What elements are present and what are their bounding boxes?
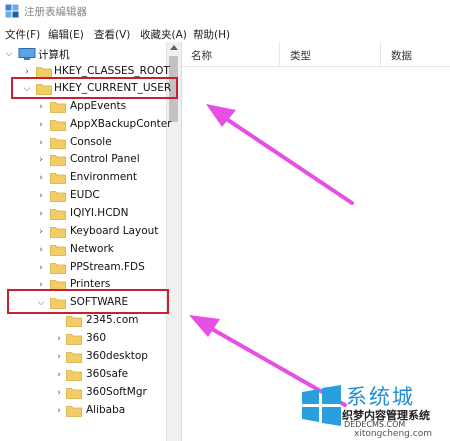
watermark-url-xitongcheng: xitongcheng.com [354, 429, 432, 439]
watermark-url-dedecms: DEDECMS.COM [344, 420, 406, 429]
watermark-logo-icon [302, 385, 341, 426]
annotation-arrows [189, 104, 354, 407]
arrow-to-hkcu [206, 104, 354, 205]
watermark: 系统城 织梦内容管理系统 DEDECMS.COM xitongcheng.com [298, 380, 450, 441]
